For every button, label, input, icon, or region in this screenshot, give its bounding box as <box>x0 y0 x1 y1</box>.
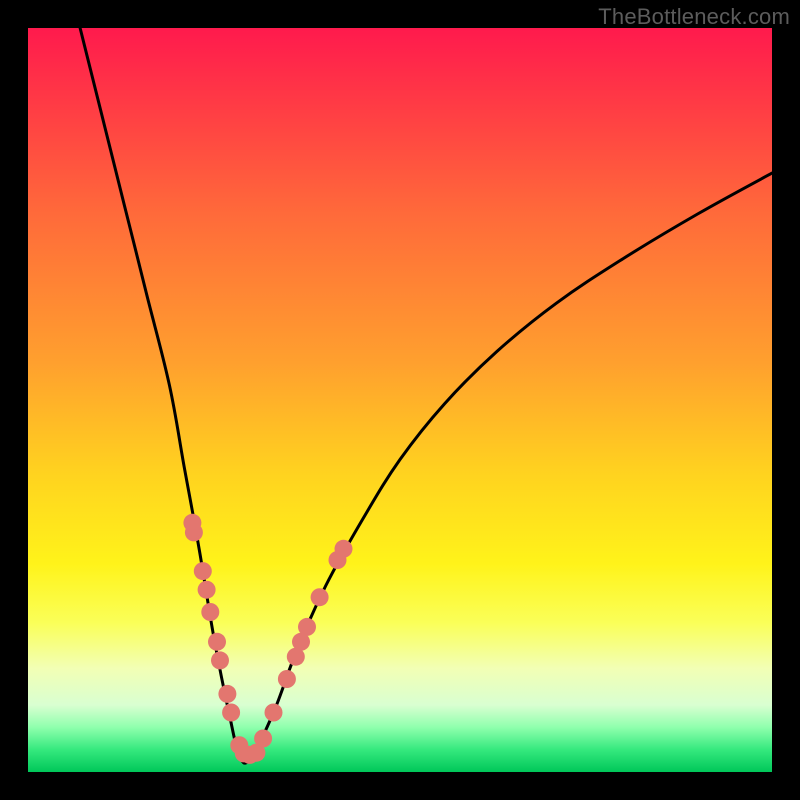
data-marker <box>265 704 283 722</box>
data-marker <box>335 540 353 558</box>
chart-frame: TheBottleneck.com <box>0 0 800 800</box>
data-marker <box>198 581 216 599</box>
data-marker <box>278 670 296 688</box>
data-marker <box>194 562 212 580</box>
curve-layer <box>28 28 772 772</box>
bottleneck-curve <box>80 28 772 763</box>
watermark-text: TheBottleneck.com <box>598 4 790 30</box>
data-marker <box>218 685 236 703</box>
data-marker <box>208 633 226 651</box>
data-marker <box>311 588 329 606</box>
plot-area <box>28 28 772 772</box>
data-marker <box>254 730 272 748</box>
data-marker <box>201 603 219 621</box>
data-marker <box>185 523 203 541</box>
data-marker <box>222 704 240 722</box>
data-marker <box>298 618 316 636</box>
data-marker <box>211 651 229 669</box>
